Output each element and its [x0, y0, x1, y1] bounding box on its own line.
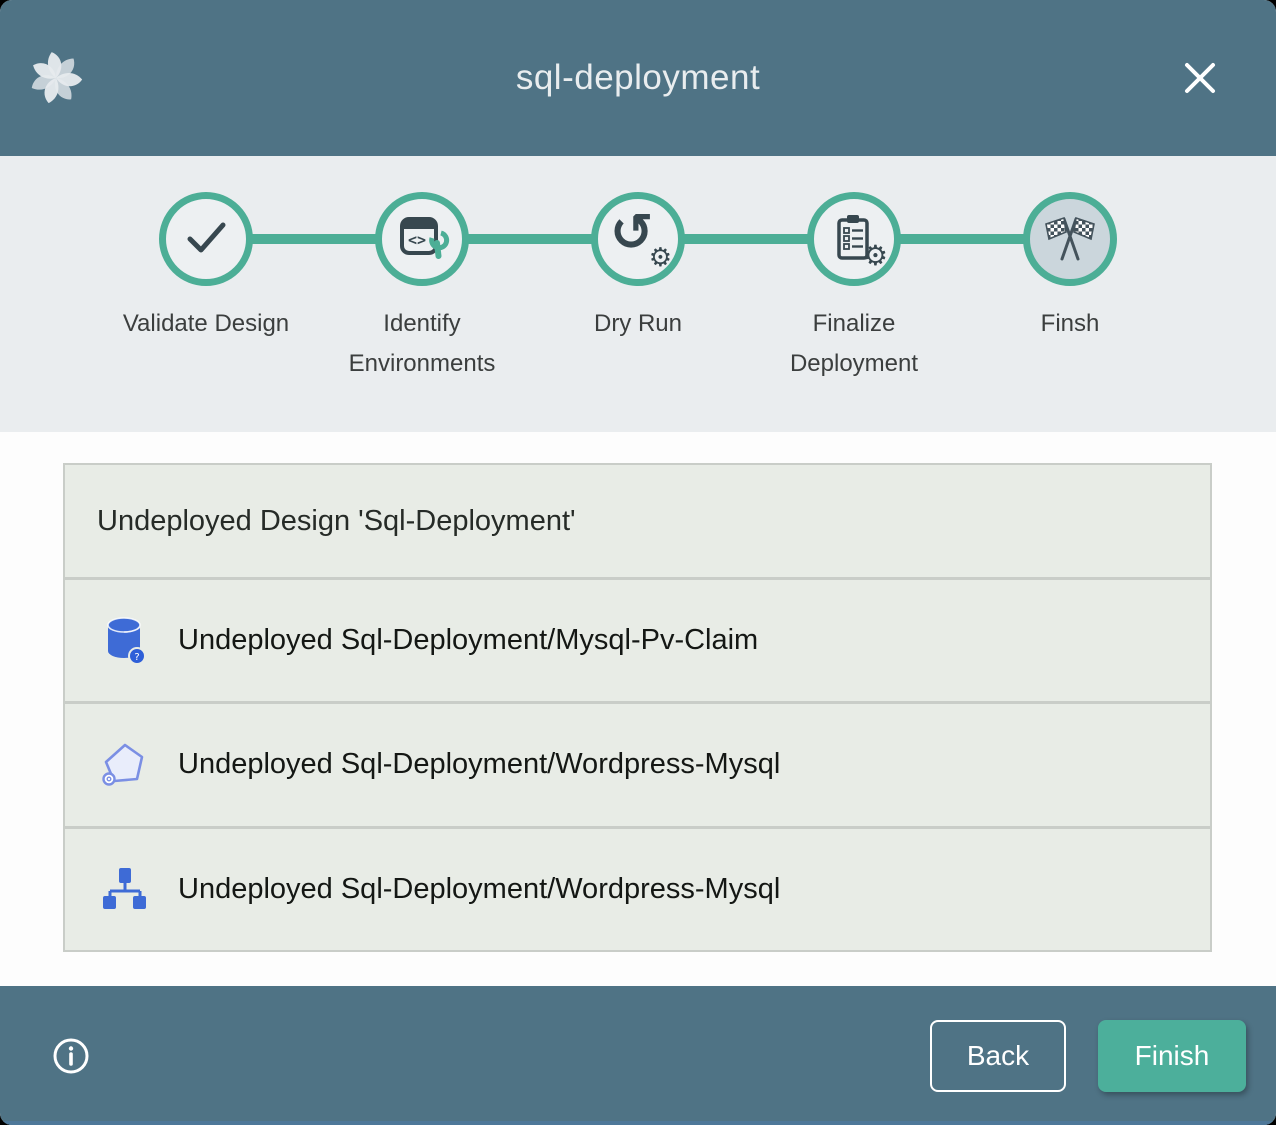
step-label: Finalize Deployment: [759, 304, 949, 384]
info-icon: [52, 1063, 90, 1078]
result-text: Undeployed Sql-Deployment/Wordpress-Mysq…: [178, 873, 780, 906]
step-label: Dry Run: [594, 304, 682, 344]
close-icon: [1178, 88, 1222, 103]
step-finalize-deployment: ⚙ Finalize Deployment: [746, 192, 962, 384]
deployment-wizard-dialog: sql-deployment Vali: [0, 0, 1276, 1125]
clipboard-gear-icon: ⚙: [828, 212, 880, 266]
svg-text:?: ?: [134, 652, 139, 663]
back-button[interactable]: Back: [930, 1020, 1066, 1092]
step-dry-run: ↺ ⚙ Dry Run: [530, 192, 746, 384]
step-validate-design: Validate Design: [98, 192, 314, 384]
step-label: Identify Environments: [327, 304, 517, 384]
result-row-pv-claim: ? Undeployed Sql-Deployment/Mysql-Pv-Cla…: [65, 580, 1210, 701]
checkmark-icon: [178, 209, 234, 270]
result-row-wordpress-mysql-service: Undeployed Sql-Deployment/Wordpress-Mysq…: [65, 829, 1210, 950]
step-circle-active: [1023, 192, 1117, 286]
results-list: Undeployed Design 'Sql-Deployment' ? Und…: [63, 463, 1212, 952]
topology-icon: [100, 862, 148, 916]
dialog-footer: Back Finish: [0, 986, 1276, 1125]
step-circle: <>: [375, 192, 469, 286]
step-circle: [159, 192, 253, 286]
stepper: Validate Design <> Identify Environme: [0, 156, 1276, 432]
result-text: Undeployed Sql-Deployment/Wordpress-Mysq…: [178, 748, 780, 781]
info-button[interactable]: [52, 1037, 90, 1075]
dialog-title: sql-deployment: [0, 0, 1276, 156]
code-window-wrench-icon: <>: [394, 209, 450, 270]
results-panel: Undeployed Design 'Sql-Deployment' ? Und…: [0, 432, 1276, 986]
svg-text:<>: <>: [408, 231, 426, 249]
checkered-flags-icon: [1040, 207, 1100, 272]
result-text: Undeployed Sql-Deployment/Mysql-Pv-Claim: [178, 624, 758, 657]
footer-actions: Back Finish: [930, 1020, 1246, 1092]
pod-icon: [100, 738, 148, 792]
result-row-wordpress-mysql-pod: Undeployed Sql-Deployment/Wordpress-Mysq…: [65, 704, 1210, 825]
results-heading: Undeployed Design 'Sql-Deployment': [65, 465, 1210, 577]
step-circle: ⚙: [807, 192, 901, 286]
step-finish: Finsh: [962, 192, 1178, 384]
finish-button[interactable]: Finish: [1098, 1020, 1246, 1092]
close-button[interactable]: [1178, 56, 1222, 100]
refresh-gear-icon: ↺ ⚙: [608, 209, 668, 269]
database-icon: ?: [100, 614, 148, 668]
dialog-header: sql-deployment: [0, 0, 1276, 156]
bottom-edge-strip: [0, 1121, 1276, 1125]
step-identify-environments: <> Identify Environments: [314, 192, 530, 384]
step-label: Validate Design: [123, 304, 289, 344]
step-circle: ↺ ⚙: [591, 192, 685, 286]
step-label: Finsh: [1041, 304, 1100, 344]
